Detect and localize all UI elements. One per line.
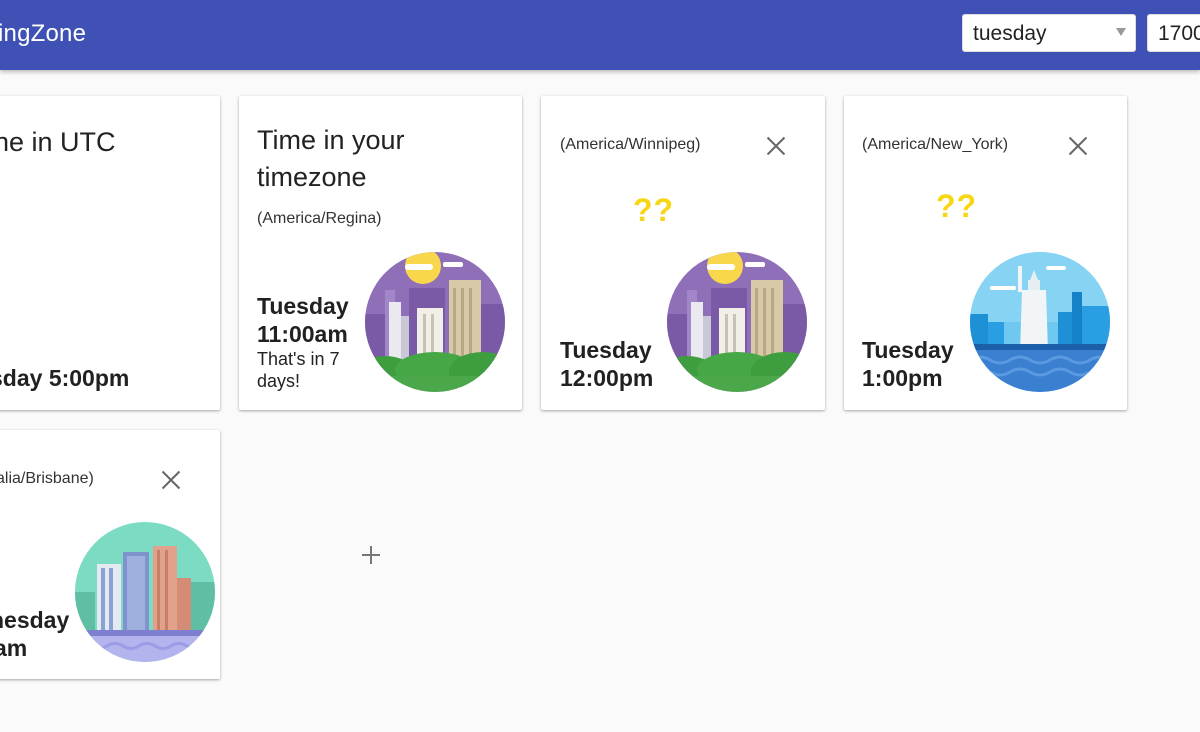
card-title-line-2: timezone — [257, 162, 367, 192]
card-day: Tuesday — [862, 337, 954, 363]
card-zone-name: alia/Brisbane) — [0, 470, 94, 487]
add-timezone-button[interactable] — [358, 542, 384, 568]
card-winnipeg: (America/Winnipeg) ?? Tuesday 12:00pm — [541, 96, 825, 410]
liberty-illustration-image — [970, 252, 1110, 392]
close-icon[interactable] — [1068, 136, 1088, 156]
card-day: nesday — [0, 607, 70, 633]
card-zone-name: (America/Winnipeg) — [560, 136, 701, 153]
close-icon[interactable] — [161, 470, 181, 490]
card-time: 11:00am — [257, 321, 348, 347]
card-note: That's in 7 days! — [257, 349, 340, 391]
card-zone-name: (America/Regina) — [257, 210, 382, 227]
city-illustration-image — [365, 252, 505, 392]
card-title: ne in UTC — [0, 127, 116, 157]
time-input[interactable]: 1700 — [1147, 14, 1200, 52]
card-time: am — [0, 635, 28, 661]
unknown-indicator: ?? — [936, 188, 978, 224]
card-brisbane: alia/Brisbane) nesday am — [0, 430, 220, 679]
time-input-value: 1700 — [1158, 22, 1200, 45]
brisbane-illustration-image — [75, 522, 215, 662]
card-zone-name: (America/New_York) — [862, 136, 1009, 153]
card-time: 1:00pm — [862, 365, 943, 391]
card-your-timezone: Time in your timezone (America/Regina) T… — [239, 96, 522, 410]
unknown-indicator: ?? — [633, 192, 675, 228]
card-new-york: (America/New_York) ?? Tuesday 1:00pm — [844, 96, 1127, 410]
card-title: Time in your timezone — [257, 122, 405, 196]
city-illustration-image — [667, 252, 807, 392]
app-title: ingZone — [0, 20, 87, 47]
dropdown-arrow-icon — [1116, 28, 1126, 36]
card-day: Tuesday — [257, 293, 349, 319]
card-title-line-1: Time in your — [257, 125, 405, 155]
card-utc: ne in UTC sday 5:00pm — [0, 96, 220, 410]
app-bar: ingZone tuesday 1700 — [0, 0, 1200, 70]
close-icon[interactable] — [766, 136, 786, 156]
card-time: 12:00pm — [560, 365, 654, 391]
day-select[interactable]: tuesday — [962, 14, 1136, 52]
card-datetime: sday 5:00pm — [0, 365, 130, 391]
card-day: Tuesday — [560, 337, 652, 363]
day-select-value: tuesday — [973, 22, 1047, 45]
